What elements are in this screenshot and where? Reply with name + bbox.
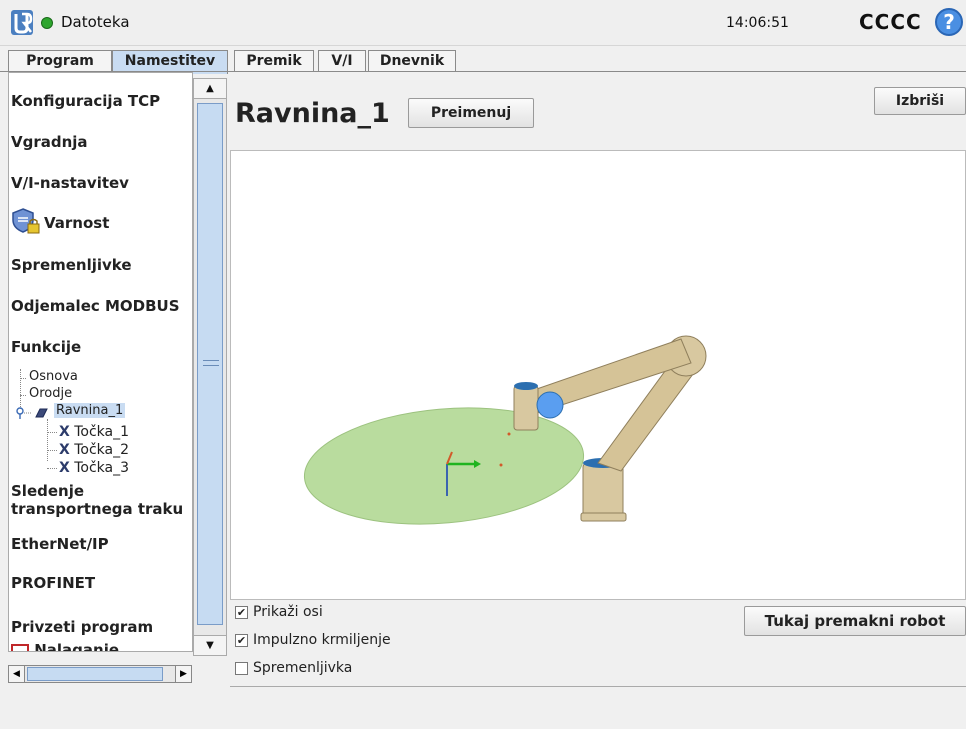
variable-checkbox[interactable] xyxy=(235,662,248,675)
sidebar-vertical-scrollbar[interactable]: ▲ ▼ xyxy=(193,78,227,656)
tree-item-base[interactable]: Osnova xyxy=(29,369,78,384)
sidebar-item-features[interactable]: Funkcije xyxy=(11,338,81,356)
show-axes-label: Prikaži osi xyxy=(253,604,323,620)
universal-robots-logo-icon xyxy=(11,10,33,35)
sidebar-item-label: Sledenje xyxy=(11,482,85,500)
robot-base-ring xyxy=(580,512,627,522)
tree-connector xyxy=(47,468,57,469)
tree-item-plane[interactable]: Ravnina_1 xyxy=(54,403,126,418)
tree-connector xyxy=(47,432,57,433)
tree-connector xyxy=(47,419,48,461)
point-x-icon: X xyxy=(59,424,70,440)
point-marker xyxy=(499,463,503,467)
sidebar-item-modbus-client[interactable]: Odjemalec MODBUS xyxy=(11,297,180,315)
top-bar: Datoteka 14:06:51 CCCC ? xyxy=(0,0,966,46)
scroll-left-arrow-icon[interactable]: ◀ xyxy=(9,666,25,682)
sidebar-item-conveyor-tracking[interactable]: Sledenje transportnega traku xyxy=(11,482,183,518)
3d-viewport[interactable] xyxy=(230,150,966,600)
point-x-icon: X xyxy=(59,460,70,476)
scrollbar-thumb[interactable] xyxy=(197,103,223,625)
sidebar-item-label: Varnost xyxy=(44,214,110,232)
tree-connector xyxy=(20,395,26,396)
installation-sidebar: Konfiguracija TCP Vgradnja V/I-nastavite… xyxy=(8,72,193,652)
robot-wrist xyxy=(513,385,539,431)
robot-wrist-cap xyxy=(514,382,538,390)
move-robot-here-button[interactable]: Tukaj premakni robot xyxy=(744,606,966,636)
tree-item-point-1[interactable]: X Točka_1 xyxy=(59,424,129,440)
robot-base xyxy=(582,462,624,519)
tree-item-tool[interactable]: Orodje xyxy=(29,386,72,401)
point-x-icon: X xyxy=(59,442,70,458)
tree-item-point-3[interactable]: X Točka_3 xyxy=(59,460,129,476)
tab-io[interactable]: V/I xyxy=(318,50,366,72)
tab-log[interactable]: Dnevnik xyxy=(368,50,456,72)
robot-status-icon xyxy=(41,17,53,29)
scroll-up-arrow-icon[interactable]: ▲ xyxy=(194,79,226,99)
clock: 14:06:51 xyxy=(726,15,789,31)
tab-program[interactable]: Program xyxy=(8,50,112,72)
sidebar-item-tcp-configuration[interactable]: Konfiguracija TCP xyxy=(11,92,160,110)
sidebar-horizontal-scrollbar[interactable]: ◀ ▶ xyxy=(8,665,192,683)
jog-control-checkbox[interactable]: ✔ xyxy=(235,634,248,647)
safety-shield-lock-icon xyxy=(12,208,40,234)
bottom-divider xyxy=(230,686,966,687)
tree-item-point-2[interactable]: X Točka_2 xyxy=(59,442,129,458)
robot-tool-flange xyxy=(536,391,564,419)
point-marker xyxy=(507,432,511,436)
page-title: Ravnina_1 xyxy=(235,98,390,129)
sidebar-item-io-setup[interactable]: V/I-nastavitev xyxy=(11,174,129,192)
sidebar-item-loading[interactable]: Nalaganje xyxy=(11,641,120,652)
scrollbar-thumb[interactable] xyxy=(27,667,163,681)
scroll-right-arrow-icon[interactable]: ▶ xyxy=(175,666,191,682)
jog-control-label: Impulzno krmiljenje xyxy=(253,632,391,648)
scrollbar-grip xyxy=(203,360,219,366)
tree-connector xyxy=(47,450,57,451)
show-axes-checkbox[interactable]: ✔ xyxy=(235,606,248,619)
scroll-down-arrow-icon[interactable]: ▼ xyxy=(194,635,226,655)
sidebar-item-ethernet-ip[interactable]: EtherNet/IP xyxy=(11,535,109,553)
sidebar-item-label: transportnega traku xyxy=(11,500,184,518)
rename-button[interactable]: Preimenuj xyxy=(408,98,534,128)
tree-connector xyxy=(20,378,26,379)
variable-label: Spremenljivka xyxy=(253,660,353,676)
sidebar-item-label: Nalaganje xyxy=(34,641,120,652)
sidebar-item-default-program[interactable]: Privzeti program xyxy=(11,618,153,636)
plane-ellipse xyxy=(303,407,585,525)
robot-name: CCCC xyxy=(859,10,922,34)
robot-scene xyxy=(303,335,707,525)
tab-move[interactable]: Premik xyxy=(234,50,314,72)
tree-connector xyxy=(20,369,21,409)
sidebar-item-mounting[interactable]: Vgradnja xyxy=(11,133,88,151)
help-icon[interactable]: ? xyxy=(935,8,963,36)
loading-icon xyxy=(11,643,29,651)
sidebar-item-variables[interactable]: Spremenljivke xyxy=(11,256,132,274)
plane-node-icon xyxy=(16,407,48,419)
delete-button[interactable]: Izbriši xyxy=(874,87,966,115)
file-menu[interactable]: Datoteka xyxy=(61,13,130,31)
sidebar-item-profinet[interactable]: PROFINET xyxy=(11,574,95,592)
